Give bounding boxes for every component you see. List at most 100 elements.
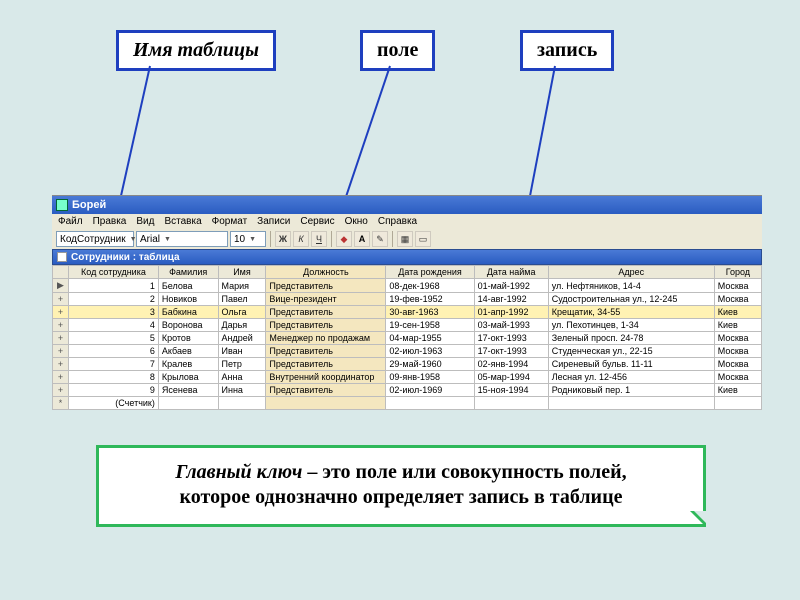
- menu-service[interactable]: Сервис: [300, 216, 334, 227]
- table-row[interactable]: +4ВороноваДарьяПредставитель19-сен-19580…: [53, 319, 762, 332]
- cell-city[interactable]: Москва: [714, 279, 761, 293]
- menu-help[interactable]: Справка: [378, 216, 417, 227]
- cell-id[interactable]: 9: [69, 384, 159, 397]
- menu-records[interactable]: Записи: [257, 216, 290, 227]
- cell-address[interactable]: Судостроительная ул., 12-245: [548, 293, 714, 306]
- menu-file[interactable]: Файл: [58, 216, 83, 227]
- cell-id[interactable]: 8: [69, 371, 159, 384]
- cell-lastname[interactable]: Новиков: [158, 293, 218, 306]
- cell-hire[interactable]: 05-мар-1994: [474, 371, 548, 384]
- menu-edit[interactable]: Правка: [93, 216, 127, 227]
- table-row[interactable]: ▶1БеловаМарияПредставитель08-дек-196801-…: [53, 279, 762, 293]
- cell-id[interactable]: 1: [69, 279, 159, 293]
- table-row[interactable]: +3БабкинаОльгаПредставитель30-авг-196301…: [53, 306, 762, 319]
- cell-address[interactable]: ул. Пехотинцев, 1-34: [548, 319, 714, 332]
- cell-dob[interactable]: 02-июл-1969: [386, 384, 474, 397]
- cell-lastname[interactable]: Крылова: [158, 371, 218, 384]
- font-combo[interactable]: Arial▼: [136, 231, 228, 247]
- cell-id[interactable]: 3: [69, 306, 159, 319]
- cell-position[interactable]: Представитель: [266, 345, 386, 358]
- table-row[interactable]: +9ЯсеневаИннаПредставитель02-июл-196915-…: [53, 384, 762, 397]
- cell-hire[interactable]: 14-авг-1992: [474, 293, 548, 306]
- bold-button[interactable]: Ж: [275, 231, 291, 247]
- cell-firstname[interactable]: Мария: [218, 279, 266, 293]
- cell-dob[interactable]: 29-май-1960: [386, 358, 474, 371]
- cell-id[interactable]: 6: [69, 345, 159, 358]
- table-row[interactable]: +7КралевПетрПредставитель29-май-196002-я…: [53, 358, 762, 371]
- cell-hire[interactable]: 03-май-1993: [474, 319, 548, 332]
- row-selector[interactable]: +: [53, 345, 69, 358]
- row-selector[interactable]: *: [53, 397, 69, 410]
- cell-firstname[interactable]: Андрей: [218, 332, 266, 345]
- cell-dob[interactable]: 09-янв-1958: [386, 371, 474, 384]
- cell-address[interactable]: Зеленый просп. 24-78: [548, 332, 714, 345]
- cell-lastname[interactable]: Белова: [158, 279, 218, 293]
- cell-firstname[interactable]: Дарья: [218, 319, 266, 332]
- cell-firstname[interactable]: Павел: [218, 293, 266, 306]
- cell-position[interactable]: Вице-президент: [266, 293, 386, 306]
- col-address[interactable]: Адрес: [548, 266, 714, 279]
- cell-firstname[interactable]: Ольга: [218, 306, 266, 319]
- cell-address[interactable]: ул. Нефтяников, 14-4: [548, 279, 714, 293]
- field-combo[interactable]: КодСотрудник▼: [56, 231, 134, 247]
- cell-address[interactable]: Студенческая ул., 22-15: [548, 345, 714, 358]
- cell-hire[interactable]: 15-ноя-1994: [474, 384, 548, 397]
- cell-dob[interactable]: 08-дек-1968: [386, 279, 474, 293]
- row-selector[interactable]: +: [53, 293, 69, 306]
- col-lastname[interactable]: Фамилия: [158, 266, 218, 279]
- cell-city[interactable]: Москва: [714, 358, 761, 371]
- cell-position[interactable]: Представитель: [266, 279, 386, 293]
- row-selector[interactable]: +: [53, 384, 69, 397]
- cell-firstname[interactable]: Иван: [218, 345, 266, 358]
- col-city[interactable]: Город: [714, 266, 761, 279]
- cell-address[interactable]: Родниковый пер. 1: [548, 384, 714, 397]
- row-selector[interactable]: +: [53, 332, 69, 345]
- font-color-button[interactable]: A: [354, 231, 370, 247]
- col-hire[interactable]: Дата найма: [474, 266, 548, 279]
- cell-dob[interactable]: 04-мар-1955: [386, 332, 474, 345]
- row-selector[interactable]: ▶: [53, 279, 69, 293]
- cell-dob[interactable]: 30-авг-1963: [386, 306, 474, 319]
- table-row[interactable]: +2НовиковПавелВице-президент19-фев-19521…: [53, 293, 762, 306]
- cell-firstname[interactable]: Анна: [218, 371, 266, 384]
- menu-format[interactable]: Формат: [212, 216, 248, 227]
- cell-city[interactable]: Киев: [714, 319, 761, 332]
- cell-position[interactable]: Представитель: [266, 384, 386, 397]
- cell-city[interactable]: Москва: [714, 371, 761, 384]
- col-firstname[interactable]: Имя: [218, 266, 266, 279]
- table-row[interactable]: +5КротовАндрейМенеджер по продажам04-мар…: [53, 332, 762, 345]
- fill-color-button[interactable]: ◆: [336, 231, 352, 247]
- col-dob[interactable]: Дата рождения: [386, 266, 474, 279]
- cell-id[interactable]: (Счетчик): [69, 397, 159, 410]
- table-row[interactable]: +8КрыловаАннаВнутренний координатор09-ян…: [53, 371, 762, 384]
- cell-address[interactable]: Крещатик, 34-55: [548, 306, 714, 319]
- row-selector[interactable]: +: [53, 358, 69, 371]
- cell-position[interactable]: Представитель: [266, 358, 386, 371]
- cell-lastname[interactable]: Кротов: [158, 332, 218, 345]
- cell-lastname[interactable]: Ясенева: [158, 384, 218, 397]
- italic-button[interactable]: К: [293, 231, 309, 247]
- cell-dob[interactable]: 19-сен-1958: [386, 319, 474, 332]
- cell-firstname[interactable]: Инна: [218, 384, 266, 397]
- cell-city[interactable]: Киев: [714, 384, 761, 397]
- cell-position[interactable]: Представитель: [266, 306, 386, 319]
- cell-city[interactable]: Москва: [714, 345, 761, 358]
- cell-city[interactable]: Москва: [714, 332, 761, 345]
- underline-button[interactable]: Ч: [311, 231, 327, 247]
- cell-lastname[interactable]: Бабкина: [158, 306, 218, 319]
- col-position[interactable]: Должность: [266, 266, 386, 279]
- cell-dob[interactable]: 19-фев-1952: [386, 293, 474, 306]
- cell-hire[interactable]: 17-окт-1993: [474, 345, 548, 358]
- row-selector[interactable]: +: [53, 319, 69, 332]
- cell-id[interactable]: 2: [69, 293, 159, 306]
- cell-id[interactable]: 7: [69, 358, 159, 371]
- table-row[interactable]: +6АкбаевИванПредставитель02-июл-196317-о…: [53, 345, 762, 358]
- cell-city[interactable]: Москва: [714, 293, 761, 306]
- cell-id[interactable]: 5: [69, 332, 159, 345]
- cell-firstname[interactable]: Петр: [218, 358, 266, 371]
- special-button[interactable]: ▭: [415, 231, 431, 247]
- menu-window[interactable]: Окно: [345, 216, 368, 227]
- cell-id[interactable]: 4: [69, 319, 159, 332]
- cell-address[interactable]: Лесная ул. 12-456: [548, 371, 714, 384]
- line-color-button[interactable]: ✎: [372, 231, 388, 247]
